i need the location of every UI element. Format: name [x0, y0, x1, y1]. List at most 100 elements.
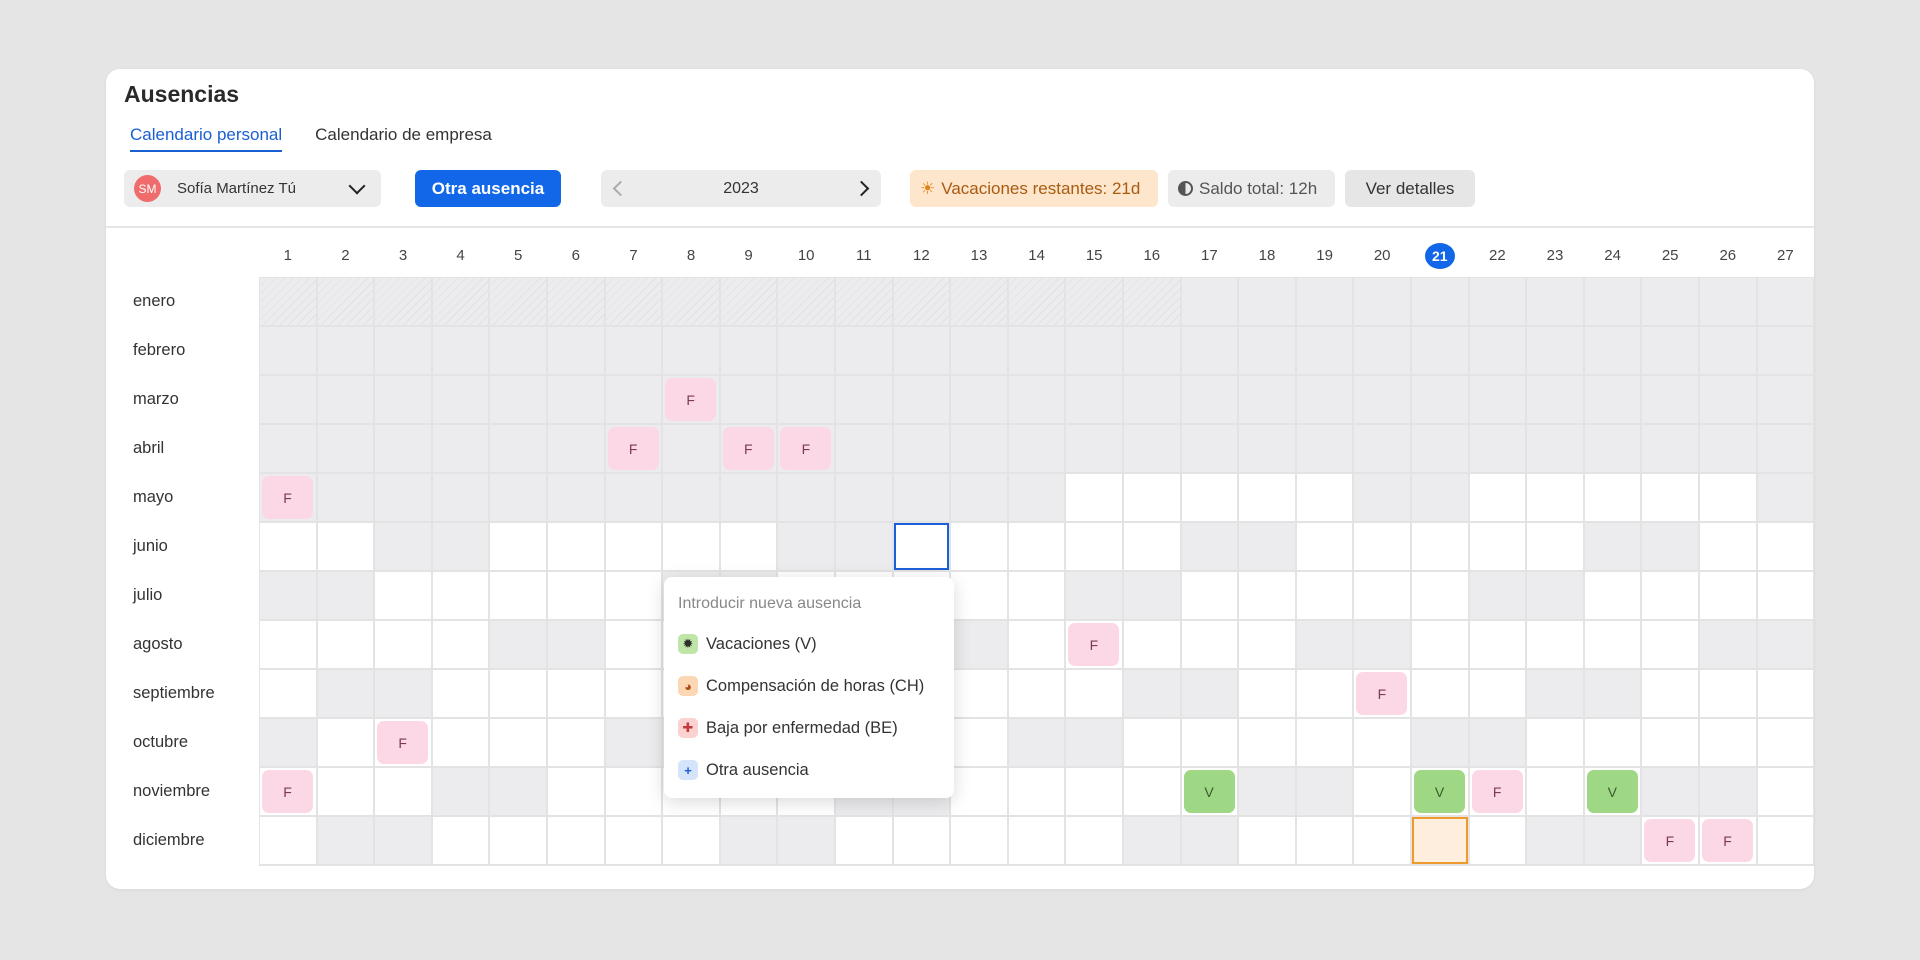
calendar-cell[interactable]: [1642, 474, 1698, 521]
calendar-cell[interactable]: [1584, 278, 1641, 325]
calendar-cell[interactable]: [1527, 572, 1583, 619]
calendar-cell[interactable]: [1354, 572, 1410, 619]
calendar-cell[interactable]: [1239, 621, 1295, 668]
calendar-cell[interactable]: [605, 768, 662, 815]
calendar-cell[interactable]: [1239, 425, 1295, 472]
calendar-cell[interactable]: [1239, 817, 1295, 864]
calendar-cell[interactable]: [1757, 670, 1814, 717]
calendar-cell[interactable]: [317, 523, 374, 570]
calendar-cell[interactable]: [1239, 327, 1295, 374]
calendar-cell[interactable]: [1354, 376, 1410, 423]
calendar-cell[interactable]: [1296, 278, 1353, 325]
calendar-cell[interactable]: [317, 768, 374, 815]
calendar-cell[interactable]: [317, 621, 374, 668]
calendar-cell[interactable]: [260, 278, 316, 325]
popup-item-hours-compensation[interactable]: ◕ Compensación de horas (CH): [678, 665, 940, 707]
calendar-cell[interactable]: [1066, 719, 1122, 766]
calendar-cell[interactable]: [1124, 474, 1180, 521]
calendar-cell[interactable]: [1700, 425, 1756, 472]
calendar-cell[interactable]: [548, 621, 604, 668]
calendar-cell[interactable]: [1642, 621, 1698, 668]
absence-mark[interactable]: F: [262, 770, 313, 813]
calendar-cell[interactable]: [663, 425, 719, 472]
calendar-cell[interactable]: [951, 474, 1007, 521]
calendar-cell[interactable]: [490, 817, 546, 864]
popup-item-sick-leave[interactable]: ✚ Baja por enfermedad (BE): [678, 707, 940, 749]
absence-mark[interactable]: F: [722, 427, 774, 470]
calendar-cell[interactable]: [260, 670, 316, 717]
calendar-cell[interactable]: [375, 621, 431, 668]
calendar-cell[interactable]: [432, 425, 489, 472]
calendar-cell[interactable]: [432, 768, 489, 815]
calendar-cell[interactable]: [1757, 425, 1814, 472]
calendar-cell[interactable]: [605, 719, 662, 766]
calendar-cell[interactable]: [893, 425, 950, 472]
calendar-cell[interactable]: [260, 376, 316, 423]
calendar-cell[interactable]: [1354, 474, 1410, 521]
calendar-cell[interactable]: [548, 817, 604, 864]
calendar-cell[interactable]: [720, 327, 777, 374]
calendar-cell[interactable]: [1584, 327, 1641, 374]
calendar-cell[interactable]: [317, 474, 374, 521]
calendar-cell[interactable]: [1296, 425, 1353, 472]
calendar-cell[interactable]: [1412, 474, 1468, 521]
calendar-cell[interactable]: [1296, 572, 1353, 619]
calendar-cell[interactable]: [1008, 327, 1065, 374]
calendar-cell[interactable]: [1296, 768, 1353, 815]
calendar-cell[interactable]: [893, 327, 950, 374]
calendar-cell[interactable]: [1181, 572, 1238, 619]
calendar-cell[interactable]: [490, 278, 546, 325]
calendar-cell[interactable]: [1296, 621, 1353, 668]
calendar-cell[interactable]: [1181, 670, 1238, 717]
calendar-cell[interactable]: [720, 523, 777, 570]
calendar-cell[interactable]: [1527, 425, 1583, 472]
calendar-cell[interactable]: [605, 327, 662, 374]
calendar-cell[interactable]: [1239, 474, 1295, 521]
calendar-cell[interactable]: [317, 376, 374, 423]
calendar-cell[interactable]: [432, 327, 489, 374]
calendar-cell[interactable]: [1527, 327, 1583, 374]
calendar-cell[interactable]: [1469, 523, 1526, 570]
calendar-cell[interactable]: [317, 572, 374, 619]
calendar-cell[interactable]: [605, 474, 662, 521]
calendar-cell[interactable]: [1181, 621, 1238, 668]
calendar-cell[interactable]: [375, 474, 431, 521]
calendar-cell[interactable]: [490, 327, 546, 374]
calendar-cell[interactable]: [663, 327, 719, 374]
calendar-cell[interactable]: [836, 327, 892, 374]
calendar-cell[interactable]: [1469, 278, 1526, 325]
calendar-cell[interactable]: [836, 523, 892, 570]
calendar-cell[interactable]: [1008, 376, 1065, 423]
calendar-cell[interactable]: [1124, 376, 1180, 423]
calendar-cell[interactable]: [1354, 817, 1410, 864]
calendar-cell[interactable]: [1642, 278, 1698, 325]
calendar-cell[interactable]: [1412, 572, 1468, 619]
calendar-cell[interactable]: [1584, 425, 1641, 472]
calendar-cell[interactable]: [1181, 817, 1238, 864]
calendar-cell[interactable]: [1469, 572, 1526, 619]
calendar-cell[interactable]: [1757, 621, 1814, 668]
calendar-cell[interactable]: [1642, 670, 1698, 717]
calendar-cell[interactable]: [663, 278, 719, 325]
calendar-cell[interactable]: [1700, 376, 1756, 423]
calendar-cell[interactable]: [605, 572, 662, 619]
calendar-cell[interactable]: [951, 376, 1007, 423]
calendar-cell[interactable]: [1584, 376, 1641, 423]
calendar-cell[interactable]: [1700, 572, 1756, 619]
calendar-cell[interactable]: [1124, 719, 1180, 766]
calendar-cell[interactable]: [893, 474, 950, 521]
absence-mark[interactable]: F: [780, 427, 832, 470]
calendar-cell[interactable]: [548, 719, 604, 766]
calendar-cell[interactable]: [1008, 523, 1065, 570]
calendar-cell[interactable]: [836, 817, 892, 864]
calendar-cell[interactable]: [1469, 817, 1526, 864]
calendar-cell[interactable]: [663, 474, 719, 521]
calendar-cell[interactable]: [1584, 670, 1641, 717]
absence-mark[interactable]: F: [607, 427, 659, 470]
calendar-cell[interactable]: [1700, 768, 1756, 815]
calendar-cell[interactable]: [1066, 425, 1122, 472]
calendar-cell[interactable]: [1181, 523, 1238, 570]
calendar-cell[interactable]: [1757, 376, 1814, 423]
calendar-cell[interactable]: [1354, 768, 1410, 815]
calendar-cell[interactable]: [1239, 768, 1295, 815]
